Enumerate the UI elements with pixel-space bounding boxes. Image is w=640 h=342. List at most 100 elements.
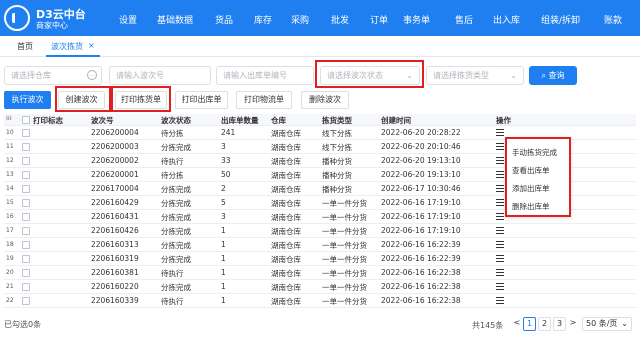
- print-outbound-button[interactable]: 打印出库单: [175, 91, 228, 109]
- nav-item-goods[interactable]: 货品: [215, 13, 233, 26]
- menu-icon[interactable]: [496, 213, 504, 220]
- menu-icon[interactable]: [496, 255, 504, 262]
- menu-icon[interactable]: [496, 283, 504, 290]
- query-button[interactable]: ⌕ 查询: [529, 66, 577, 85]
- clear-circle-icon[interactable]: …: [87, 70, 97, 80]
- outbound-qty-cell: 1: [221, 240, 226, 249]
- menu-icon[interactable]: [496, 199, 504, 206]
- row-number: 12: [6, 157, 14, 164]
- row-checkbox[interactable]: [22, 171, 30, 179]
- header-print-flag: 打印标志: [33, 116, 63, 125]
- created-time-cell: 2022-06-17 10:30:46: [381, 184, 461, 193]
- menu-icon[interactable]: [496, 157, 504, 164]
- row-checkbox[interactable]: [22, 283, 30, 291]
- next-page-button[interactable]: >: [569, 317, 577, 331]
- menu-icon[interactable]: [496, 143, 504, 150]
- nav-item-aftersales[interactable]: 售后: [455, 13, 473, 26]
- header-warehouse: 仓库: [271, 116, 286, 125]
- brand-subtitle: 商家中心: [36, 21, 68, 30]
- add-outbound-item[interactable]: 添加出库单: [512, 183, 550, 194]
- warehouse-select-placeholder: 请选择仓库: [11, 71, 51, 80]
- row-number: 21: [6, 283, 14, 290]
- row-checkbox[interactable]: [22, 255, 30, 263]
- row-checkbox[interactable]: [22, 241, 30, 249]
- pick-type-cell: 播种分货: [322, 185, 352, 194]
- wave-no-input[interactable]: 请输入波次号: [109, 66, 211, 85]
- manual-pick-complete-item[interactable]: 手动拣货完成: [512, 147, 557, 158]
- row-checkbox[interactable]: [22, 269, 30, 277]
- pick-type-cell: 一单一件分货: [322, 199, 367, 208]
- pick-type-cell: 一单一件分货: [322, 297, 367, 306]
- table-row[interactable]: 18 2206160313 分拣完成 1 湖南仓库 一单一件分货 2022-06-16 16…: [4, 238, 636, 252]
- row-checkbox[interactable]: [22, 199, 30, 207]
- pick-type-cell: 线下分拣: [322, 143, 352, 152]
- table-row[interactable]: 21 2206160220 分拣完成 1 湖南仓库 一单一件分货 2022-06-16 16…: [4, 280, 636, 294]
- top-nav-bar: D3云中台 商家中心 设置 基础数据 货品 库存 采购 批发 订单 事务单 售后…: [0, 0, 640, 36]
- row-number: 19: [6, 255, 14, 262]
- menu-icon[interactable]: [496, 227, 504, 234]
- menu-icon[interactable]: [496, 171, 504, 178]
- row-number: 15: [6, 199, 14, 206]
- row-number: 13: [6, 171, 14, 178]
- chevron-down-icon: ⌄: [621, 319, 628, 328]
- page-2-button[interactable]: 2: [538, 317, 551, 331]
- menu-icon[interactable]: [496, 241, 504, 248]
- table-row[interactable]: 19 2206160319 分拣完成 1 湖南仓库 一单一件分货 2022-06-16 16…: [4, 252, 636, 266]
- outbound-no-input[interactable]: 请输入出库单编号: [216, 66, 314, 85]
- warehouse-cell: 湖南仓库: [271, 129, 301, 138]
- page-size-label: 50 条/页: [586, 319, 618, 328]
- created-time-cell: 2022-06-16 16:22:39: [381, 254, 461, 263]
- row-checkbox[interactable]: [22, 227, 30, 235]
- warehouse-select[interactable]: 请选择仓库 …: [4, 66, 102, 85]
- nav-item-transactions[interactable]: 事务单: [403, 13, 430, 26]
- pick-type-cell: 一单一件分货: [322, 269, 367, 278]
- page-size-select[interactable]: 50 条/页 ⌄: [582, 317, 632, 331]
- wave-no-cell: 2206160319: [91, 254, 139, 263]
- wave-no-cell: 2206200002: [91, 156, 139, 165]
- nav-item-basic-data[interactable]: 基础数据: [157, 13, 193, 26]
- page-3-button[interactable]: 3: [553, 317, 566, 331]
- row-checkbox[interactable]: [22, 297, 30, 305]
- search-icon: ⌕: [541, 71, 549, 80]
- delete-outbound-item[interactable]: 删除出库单: [512, 201, 550, 212]
- nav-item-accounts[interactable]: 账款: [604, 13, 622, 26]
- nav-item-inventory[interactable]: 库存: [254, 13, 272, 26]
- page-1-button[interactable]: 1: [523, 317, 536, 331]
- prev-page-button[interactable]: <: [513, 317, 521, 331]
- table-row[interactable]: 22 2206160339 待执行 1 湖南仓库 一单一件分货 2022-06-16 16:…: [4, 294, 636, 308]
- wave-no-cell: 2206200001: [91, 170, 139, 179]
- tab-wave-picking[interactable]: 波次拣货: [51, 41, 83, 52]
- active-tab-indicator: [46, 55, 100, 57]
- menu-icon[interactable]: [496, 269, 504, 276]
- nav-item-stock-io[interactable]: 出入库: [493, 13, 520, 26]
- warehouse-cell: 湖南仓库: [271, 255, 301, 264]
- nav-item-settings[interactable]: 设置: [119, 13, 137, 26]
- execute-wave-button[interactable]: 执行波次: [4, 91, 51, 109]
- nav-item-wholesale[interactable]: 批发: [331, 13, 349, 26]
- row-checkbox[interactable]: [22, 213, 30, 221]
- d3-logo-icon[interactable]: [4, 5, 30, 31]
- row-checkbox[interactable]: [22, 185, 30, 193]
- pick-type-select[interactable]: 请选择拣货类型 ⌄: [426, 66, 524, 85]
- select-all-checkbox[interactable]: [22, 116, 30, 124]
- view-outbound-item[interactable]: 查看出库单: [512, 165, 550, 176]
- close-icon[interactable]: ×: [88, 41, 95, 50]
- wave-status-cell: 待分拣: [161, 171, 184, 180]
- row-checkbox[interactable]: [22, 143, 30, 151]
- menu-icon[interactable]: [496, 129, 504, 136]
- table-row[interactable]: 20 2206160381 待执行 1 湖南仓库 一单一件分货 2022-06-16 16:…: [4, 266, 636, 280]
- menu-icon[interactable]: [496, 297, 504, 304]
- menu-icon[interactable]: [496, 185, 504, 192]
- row-checkbox[interactable]: [22, 157, 30, 165]
- nav-item-orders[interactable]: 订单: [370, 13, 388, 26]
- print-logistics-button[interactable]: 打印物流单: [236, 91, 292, 109]
- table-row[interactable]: 17 2206160426 分拣完成 1 湖南仓库 一单一件分货 2022-06-16 17…: [4, 224, 636, 238]
- wave-no-cell: 2206160426: [91, 226, 139, 235]
- tab-home[interactable]: 首页: [17, 41, 33, 52]
- row-checkbox[interactable]: [22, 129, 30, 137]
- delete-wave-button[interactable]: 删除波次: [301, 91, 349, 109]
- nav-item-purchase[interactable]: 采购: [291, 13, 309, 26]
- warehouse-cell: 湖南仓库: [271, 171, 301, 180]
- wave-no-cell: 2206160220: [91, 282, 139, 291]
- nav-item-assembly[interactable]: 组装/拆卸: [541, 13, 580, 26]
